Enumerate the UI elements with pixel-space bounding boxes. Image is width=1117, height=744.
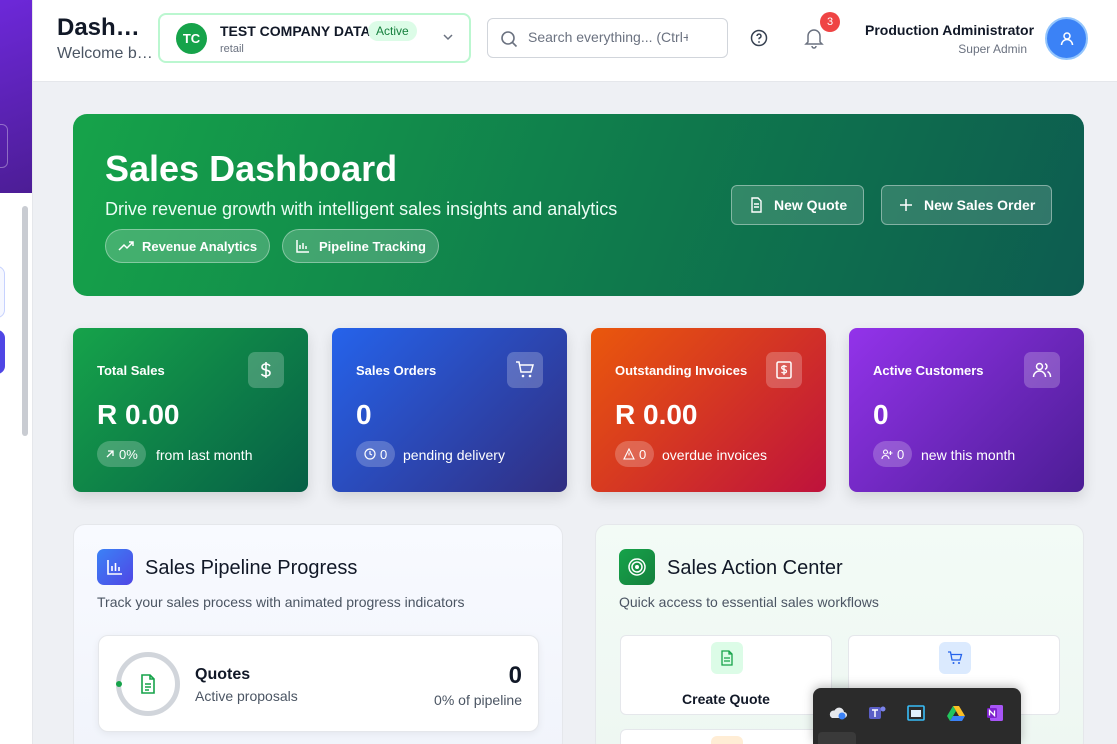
- trending-up-icon: [118, 241, 134, 251]
- pill-label: Pipeline Tracking: [319, 238, 426, 254]
- hero-banner: Sales Dashboard Drive revenue growth wit…: [73, 114, 1084, 296]
- document-icon: [711, 642, 743, 674]
- company-selector[interactable]: TC TEST COMPANY DATA Active retail: [158, 13, 471, 63]
- sidebar-toggle[interactable]: [0, 124, 8, 168]
- action-tile[interactable]: [620, 729, 832, 744]
- bar-chart-icon: [97, 549, 133, 585]
- sidebar-item-active[interactable]: [0, 330, 5, 374]
- pipeline-item-quotes[interactable]: Quotes Active proposals 0 0% of pipeline: [98, 635, 539, 732]
- onedrive-icon[interactable]: [828, 703, 848, 723]
- stat-value: R 0.00: [97, 399, 180, 430]
- top-header: Dashboard Welcome back TC TEST COMPANY D…: [33, 0, 1117, 82]
- stat-title: Outstanding Invoices: [615, 363, 748, 378]
- document-icon: [141, 674, 155, 694]
- new-sales-order-button[interactable]: New Sales Order: [881, 185, 1053, 225]
- company-type: retail: [220, 43, 244, 55]
- stat-badge-value: 0%: [119, 446, 138, 462]
- pipeline-item-name: Quotes: [195, 666, 251, 683]
- help-icon[interactable]: [749, 28, 769, 48]
- invoice-icon: [766, 352, 802, 388]
- create-quote-action[interactable]: Create Quote: [620, 635, 832, 715]
- user-role: Super Admin: [958, 42, 1027, 56]
- stat-badge-value: 0: [380, 446, 388, 462]
- revenue-analytics-pill[interactable]: Revenue Analytics: [105, 229, 271, 263]
- sidebar-item[interactable]: [0, 266, 5, 318]
- stat-badge: 0: [615, 441, 655, 467]
- stat-title: Total Sales: [97, 363, 165, 378]
- app-window-icon[interactable]: [906, 703, 926, 723]
- stat-title: Sales Orders: [356, 363, 437, 378]
- company-name: TEST COMPANY DATA: [220, 23, 371, 39]
- stat-note: overdue invoices: [662, 447, 768, 463]
- panel-title: Sales Action Center: [667, 557, 843, 579]
- action-icon-bg: [711, 736, 743, 744]
- stat-card-active-customers[interactable]: Active Customers 0 0 new this month: [849, 328, 1084, 492]
- new-quote-button[interactable]: New Quote: [731, 185, 865, 225]
- pipeline-tracking-pill[interactable]: Pipeline Tracking: [282, 229, 439, 263]
- stat-card-total-sales[interactable]: Total Sales R 0.00 0% from last month: [73, 328, 308, 492]
- document-icon: [751, 197, 762, 213]
- sidebar-scrollbar[interactable]: [22, 206, 28, 436]
- user-plus-icon: [881, 449, 893, 460]
- system-tray-overflow: [813, 688, 1021, 744]
- new-quote-label: New Quote: [774, 197, 848, 213]
- action-label: Create Quote: [682, 691, 770, 707]
- users-icon: [1024, 352, 1060, 388]
- pipeline-item-percent: 0% of pipeline: [434, 692, 522, 708]
- stat-title: Active Customers: [873, 363, 984, 378]
- global-search[interactable]: [487, 18, 728, 58]
- user-icon: [1060, 31, 1073, 45]
- company-status-badge: Active: [368, 21, 417, 41]
- stat-badge: 0: [873, 441, 913, 467]
- stat-note: new this month: [921, 447, 1016, 463]
- cart-icon: [939, 642, 971, 674]
- new-sales-order-label: New Sales Order: [924, 197, 1036, 213]
- stat-badge-value: 0: [897, 446, 905, 462]
- page-subtitle: Welcome back: [57, 45, 157, 62]
- page-title: Dashboard: [57, 14, 153, 41]
- panel-subtitle: Track your sales process with animated p…: [97, 594, 465, 610]
- stat-value: R 0.00: [615, 399, 698, 430]
- drive-icon[interactable]: [946, 703, 966, 723]
- progress-indicator: [116, 681, 122, 687]
- onenote-icon[interactable]: [985, 703, 1005, 723]
- stat-card-sales-orders[interactable]: Sales Orders 0 0 pending delivery: [332, 328, 567, 492]
- cart-icon: [507, 352, 543, 388]
- panel-title: Sales Pipeline Progress: [145, 557, 358, 579]
- stat-badge: 0: [356, 441, 396, 467]
- sidebar: [0, 0, 33, 744]
- tray-hover-indicator: [818, 732, 856, 744]
- panel-subtitle: Quick access to essential sales workflow…: [619, 594, 879, 610]
- stat-badge: 0%: [97, 441, 146, 467]
- company-avatar: TC: [176, 23, 207, 54]
- pipeline-item-desc: Active proposals: [195, 688, 298, 704]
- stat-badge-value: 0: [639, 446, 647, 462]
- pipeline-item-value: 0: [508, 662, 522, 689]
- teams-icon[interactable]: [867, 703, 887, 723]
- search-input[interactable]: [528, 29, 688, 45]
- stat-note: from last month: [156, 447, 253, 463]
- bar-chart-icon: [296, 240, 309, 253]
- progress-ring: [116, 652, 180, 716]
- stat-card-outstanding-invoices[interactable]: Outstanding Invoices R 0.00 0 overdue in…: [591, 328, 826, 492]
- hero-title: Sales Dashboard: [105, 148, 398, 189]
- chevron-down-icon: [443, 34, 453, 41]
- stat-value: 0: [873, 399, 889, 430]
- bell-icon[interactable]: [803, 26, 825, 50]
- dollar-icon: [248, 352, 284, 388]
- stat-value: 0: [356, 399, 372, 430]
- plus-icon: [900, 199, 912, 211]
- target-icon: [619, 549, 655, 585]
- pill-label: Revenue Analytics: [142, 238, 258, 254]
- sales-pipeline-panel: Sales Pipeline Progress Track your sales…: [73, 524, 563, 744]
- user-name: Production Administrator: [865, 22, 1035, 38]
- stat-note: pending delivery: [403, 447, 505, 463]
- hero-description: Drive revenue growth with intelligent sa…: [105, 199, 618, 219]
- arrow-up-right-icon: [106, 450, 114, 458]
- user-avatar[interactable]: [1045, 17, 1088, 60]
- clock-icon: [364, 448, 376, 460]
- warning-icon: [623, 448, 635, 460]
- notification-count-badge: 3: [820, 12, 840, 32]
- search-icon: [501, 31, 518, 48]
